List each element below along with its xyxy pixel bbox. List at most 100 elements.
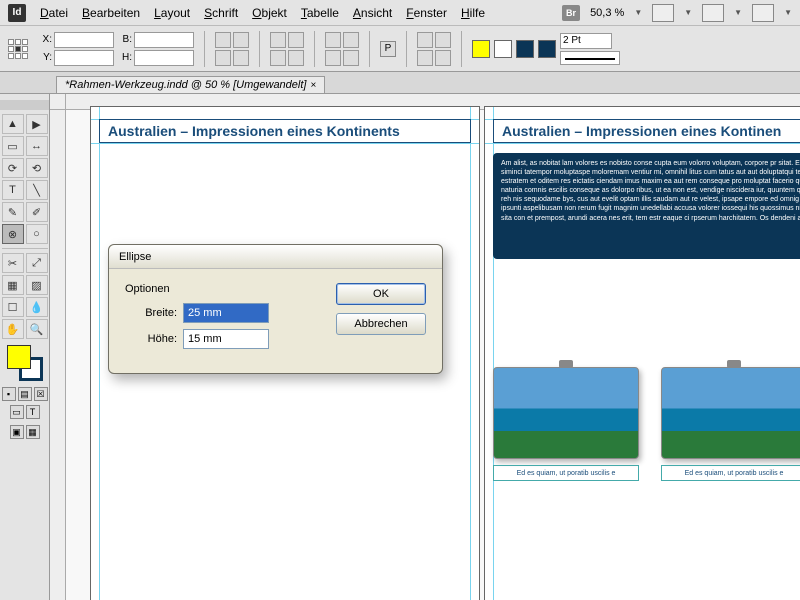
stroke-style-dropdown[interactable] (560, 51, 620, 65)
formatting-container-icon[interactable]: ▭ (10, 405, 24, 419)
eyedropper-tool[interactable]: 💧 (26, 297, 48, 317)
height-label: Höhe: (125, 333, 177, 345)
selection-tool[interactable]: ▲ (2, 114, 24, 134)
document-tab-bar: *Rahmen-Werkzeug.indd @ 50 % [Umgewandel… (0, 72, 800, 94)
scale-options[interactable] (215, 32, 249, 66)
width-field[interactable] (183, 303, 269, 323)
menu-schrift[interactable]: Schrift (204, 6, 238, 20)
right-title-text: Australien – Impressionen eines Kontinen (502, 123, 781, 139)
h-label: H: (118, 52, 132, 63)
menu-bearbeiten[interactable]: Bearbeiten (82, 6, 140, 20)
fill-swatch[interactable] (472, 40, 490, 58)
page-tool[interactable]: ▭ (2, 136, 24, 156)
y-label: Y: (38, 52, 52, 63)
photo-frame-1[interactable] (493, 367, 639, 459)
gradient-tool[interactable]: ▦ (2, 275, 24, 295)
zoom-level[interactable]: 50,3 % (590, 7, 624, 19)
line-tool[interactable]: ╲ (26, 180, 48, 200)
dialog-title: Ellipse (119, 251, 151, 263)
preview-view-icon[interactable]: ▦ (26, 425, 40, 439)
content-tool[interactable]: ⟳ (2, 158, 24, 178)
h-field[interactable] (134, 50, 194, 66)
right-title-frame[interactable]: Australien – Impressionen eines Kontinen (493, 119, 800, 143)
document-tab-title: *Rahmen-Werkzeug.indd @ 50 % [Umgewandel… (65, 79, 306, 91)
ruler-corner[interactable] (50, 94, 66, 110)
height-field[interactable] (183, 329, 269, 349)
cancel-button[interactable]: Abbrechen (336, 313, 426, 335)
fill-proxy[interactable] (7, 345, 31, 369)
menu-objekt[interactable]: Objekt (252, 6, 287, 20)
ok-button[interactable]: OK (336, 283, 426, 305)
arrange-dropdown-icon[interactable]: ▼ (784, 8, 792, 17)
ellipse-dialog: Ellipse Optionen Breite: Höhe: OK Abbrec… (108, 244, 443, 374)
toolbox-handle[interactable] (0, 100, 49, 110)
w-label: B: (118, 34, 132, 45)
pen-tool[interactable]: ✎ (2, 202, 24, 222)
view-options-icon[interactable] (652, 4, 674, 22)
left-title-frame[interactable]: Australien – Impressionen eines Kontinen… (99, 119, 471, 143)
link-icon (727, 360, 741, 368)
right-page[interactable]: Australien – Impressionen eines Kontinen… (484, 106, 800, 600)
toolbox: ▲ ▶ ▭ ↔ ⟳ ⟲ T ╲ ✎ ✐ ⊗ ○ ✂ ⤢ ▦ ▨ ☐ 💧 ✋ 🔍 … (0, 94, 50, 600)
zoom-dropdown-icon[interactable]: ▼ (634, 8, 642, 17)
direct-selection-tool[interactable]: ▶ (26, 114, 48, 134)
fill-stroke-proxy[interactable] (7, 345, 43, 381)
zoom-tool[interactable]: 🔍 (26, 319, 48, 339)
screen-dropdown-icon[interactable]: ▼ (734, 8, 742, 17)
options-label: Optionen (125, 283, 316, 295)
screen-mode-icon[interactable] (702, 4, 724, 22)
x-label: X: (38, 34, 52, 45)
stroke-swatch-white[interactable] (494, 40, 512, 58)
w-field[interactable] (134, 32, 194, 48)
menu-hilfe[interactable]: Hilfe (461, 6, 485, 20)
left-title-text: Australien – Impressionen eines Kontinen… (108, 123, 400, 139)
arrange-icon[interactable] (752, 4, 774, 22)
collect-tool[interactable]: ⟲ (26, 158, 48, 178)
width-label: Breite: (125, 307, 177, 319)
dialog-titlebar[interactable]: Ellipse (109, 245, 442, 269)
body-text-frame[interactable]: Am alist, as nobitat lam volores es nobi… (493, 153, 800, 259)
type-tool[interactable]: T (2, 180, 24, 200)
app-logo: Id (8, 4, 26, 22)
menu-datei[interactable]: Datei (40, 6, 68, 20)
menu-fenster[interactable]: Fenster (406, 6, 447, 20)
normal-view-icon[interactable]: ▣ (10, 425, 24, 439)
note-tool[interactable]: ☐ (2, 297, 24, 317)
vertical-ruler[interactable] (50, 110, 66, 600)
rotate-options[interactable] (270, 32, 304, 66)
caption-frame-2[interactable]: Ed es quiam, ut poratib uscilis e (661, 465, 800, 481)
photo-frame-2[interactable] (661, 367, 800, 459)
close-tab-icon[interactable]: × (310, 80, 316, 91)
transform-tool[interactable]: ⤢ (26, 253, 48, 273)
caption-frame-1[interactable]: Ed es quiam, ut poratib uscilis e (493, 465, 639, 481)
apply-none-icon[interactable]: ☒ (34, 387, 48, 401)
pencil-tool[interactable]: ✐ (26, 202, 48, 222)
apply-gradient-icon[interactable]: ▤ (18, 387, 32, 401)
document-tab[interactable]: *Rahmen-Werkzeug.indd @ 50 % [Umgewandel… (56, 76, 325, 93)
x-field[interactable] (54, 32, 114, 48)
menu-bar: Id Datei Bearbeiten Layout Schrift Objek… (0, 0, 800, 26)
gradient-feather-tool[interactable]: ▨ (26, 275, 48, 295)
stroke-swatch-darkblue-2[interactable] (538, 40, 556, 58)
apply-color-icon[interactable]: ▪ (2, 387, 16, 401)
menu-ansicht[interactable]: Ansicht (353, 6, 392, 20)
paragraph-icon[interactable]: P (380, 41, 396, 57)
menu-tabelle[interactable]: Tabelle (301, 6, 339, 20)
menu-layout[interactable]: Layout (154, 6, 190, 20)
link-icon (559, 360, 573, 368)
y-field[interactable] (54, 50, 114, 66)
reference-point-grid[interactable] (8, 39, 28, 59)
gap-tool[interactable]: ↔ (26, 136, 48, 156)
ellipse-frame-tool[interactable]: ⊗ (2, 224, 24, 244)
flip-options[interactable] (325, 32, 359, 66)
bridge-icon[interactable]: Br (562, 5, 580, 21)
scissors-tool[interactable]: ✂ (2, 253, 24, 273)
view-dropdown-icon[interactable]: ▼ (684, 8, 692, 17)
stroke-swatch-darkblue[interactable] (516, 40, 534, 58)
ellipse-tool[interactable]: ○ (26, 224, 48, 244)
hand-tool[interactable]: ✋ (2, 319, 24, 339)
formatting-text-icon[interactable]: T (26, 405, 40, 419)
align-options[interactable] (417, 32, 451, 66)
control-bar: X: Y: B: H: P (0, 26, 800, 72)
stroke-width-field[interactable] (560, 33, 612, 49)
